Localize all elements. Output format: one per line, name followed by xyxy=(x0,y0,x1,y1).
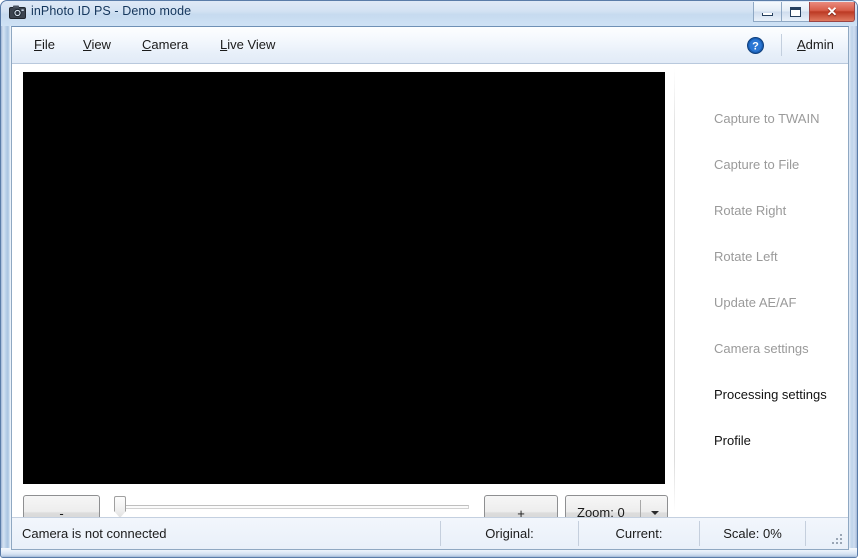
command-capture-to-file[interactable]: Capture to File xyxy=(714,157,799,172)
status-divider-3 xyxy=(699,521,700,546)
command-rotate-right[interactable]: Rotate Right xyxy=(714,203,786,218)
status-scale: Scale: 0% xyxy=(723,526,782,541)
resize-grip-icon[interactable] xyxy=(832,534,844,546)
menu-separator xyxy=(781,34,782,56)
menu-item-file-label: ile xyxy=(41,37,55,52)
svg-text:?: ? xyxy=(752,41,759,53)
menu-item-file[interactable]: File xyxy=(34,37,55,52)
client-area: File View Camera Live View ? Admin Captu… xyxy=(11,26,849,550)
menu-item-view-label: iew xyxy=(91,37,111,52)
command-capture-to-twain[interactable]: Capture to TWAIN xyxy=(714,111,819,126)
menu-item-view[interactable]: View xyxy=(83,37,111,52)
menu-item-live-view-label: ive View xyxy=(227,37,276,52)
application-window: inPhoto ID PS - Demo mode ✕ File View Ca… xyxy=(0,0,858,558)
slider-thumb[interactable] xyxy=(114,496,126,518)
command-processing-settings[interactable]: Processing settings xyxy=(714,387,827,402)
command-update-ae-af[interactable]: Update AE/AF xyxy=(714,295,796,310)
menu-item-admin[interactable]: Admin xyxy=(797,37,834,52)
maximize-icon xyxy=(790,6,801,17)
command-camera-settings[interactable]: Camera settings xyxy=(714,341,809,356)
close-button[interactable]: ✕ xyxy=(809,2,855,22)
status-bar: Camera is not connected Original: Curren… xyxy=(12,517,848,549)
close-icon: ✕ xyxy=(826,4,838,19)
status-original-size: Original: xyxy=(485,526,534,541)
command-panel: Capture to TWAIN Capture to File Rotate … xyxy=(676,69,848,513)
slider-track xyxy=(117,505,469,509)
minimize-button[interactable] xyxy=(753,2,782,22)
status-divider-4 xyxy=(805,521,806,546)
status-camera-state: Camera is not connected xyxy=(22,526,167,541)
command-profile[interactable]: Profile xyxy=(714,433,751,448)
side-panel-separator xyxy=(674,69,675,513)
command-rotate-left[interactable]: Rotate Left xyxy=(714,249,778,264)
status-divider-1 xyxy=(440,521,441,546)
menu-bar: File View Camera Live View ? Admin xyxy=(12,27,848,64)
minimize-icon xyxy=(762,12,773,16)
title-bar[interactable]: inPhoto ID PS - Demo mode ✕ xyxy=(1,1,857,26)
maximize-button[interactable] xyxy=(781,2,810,22)
chevron-down-icon[interactable] xyxy=(651,511,659,515)
window-title: inPhoto ID PS - Demo mode xyxy=(31,4,192,18)
menu-item-admin-label: dmin xyxy=(805,37,834,52)
status-current-size: Current: xyxy=(615,526,663,541)
menu-item-live-view[interactable]: Live View xyxy=(220,37,275,52)
camera-icon xyxy=(9,5,26,19)
menu-item-camera[interactable]: Camera xyxy=(142,37,188,52)
status-divider-2 xyxy=(578,521,579,546)
live-preview-area[interactable] xyxy=(23,72,665,484)
menu-item-camera-label: amera xyxy=(151,37,189,52)
help-question-icon[interactable]: ? xyxy=(747,37,764,54)
window-controls: ✕ xyxy=(753,2,855,23)
